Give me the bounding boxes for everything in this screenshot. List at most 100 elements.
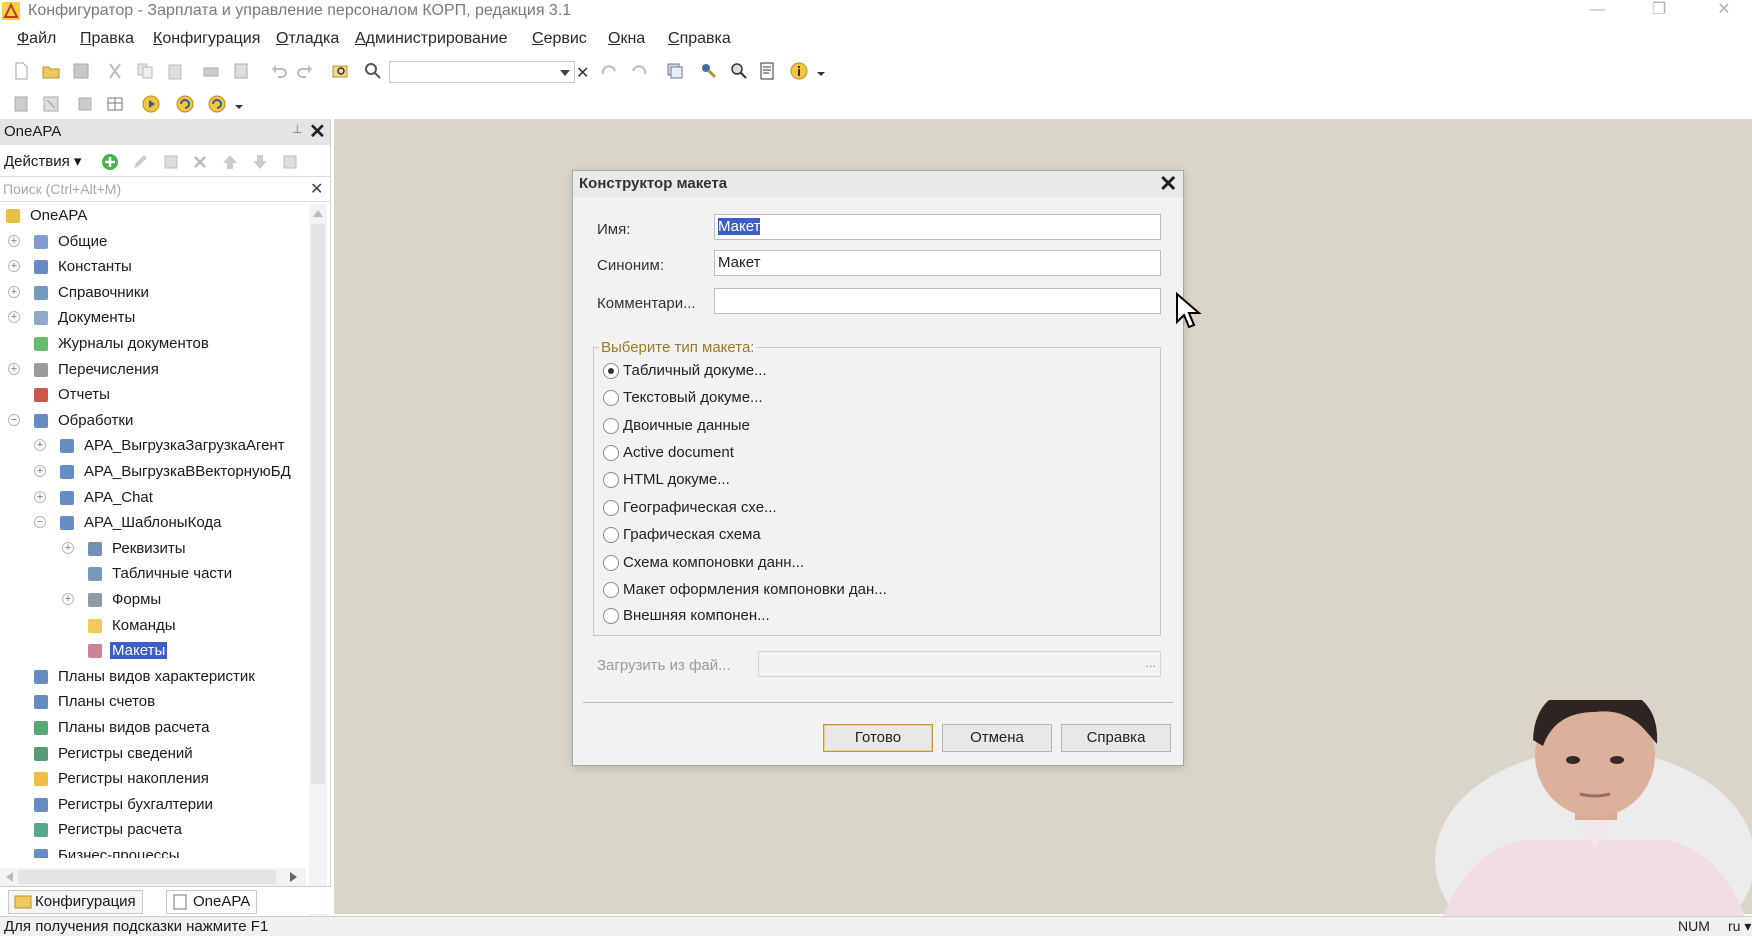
radio-button[interactable] [603,527,619,543]
radio-button[interactable] [603,582,619,598]
radio-button[interactable] [603,418,619,434]
tree-item[interactable]: + Перечисления [0,358,306,382]
print-icon[interactable] [202,62,220,80]
tree-item[interactable]: + APA_Chat [0,486,306,510]
run-thin-client-icon[interactable] [208,95,226,113]
tree-item[interactable]: + Реквизиты [0,537,306,561]
radio-button[interactable] [603,363,619,379]
paste-icon[interactable] [166,62,184,80]
actions-menu-button[interactable]: Действия ▾ [4,152,81,170]
tree-item[interactable]: + Общие [0,230,306,254]
update-db-config-icon[interactable] [76,95,94,113]
expand-icon[interactable]: + [62,541,74,554]
expand-icon[interactable]: + [8,311,20,324]
compare-configs-icon[interactable] [106,95,124,113]
tree-item[interactable]: Регистры бухгалтерии [0,793,306,817]
radio-button[interactable] [603,555,619,571]
restore-button[interactable]: ❐ [1639,0,1679,22]
tree-item[interactable]: Планы видов характеристик [0,665,306,689]
radio-button[interactable] [603,390,619,406]
radio-button[interactable] [603,445,619,461]
tree-item[interactable]: Планы видов расчета [0,716,306,740]
radio-button[interactable] [603,500,619,516]
expand-icon[interactable]: + [8,234,20,247]
print-preview-icon[interactable] [232,62,250,80]
expand-icon[interactable]: + [34,465,46,477]
minimize-button[interactable]: — [1577,0,1617,22]
run-enterprise-icon[interactable] [176,95,194,113]
menu-configuration[interactable]: Конфигурация [153,30,260,48]
tree-item[interactable]: Регистры накопления [0,767,306,791]
cut-icon[interactable] [106,62,124,80]
add-icon[interactable] [101,153,119,171]
toolbar-search-clear-icon[interactable]: ✕ [576,63,589,83]
search-next-icon[interactable] [600,62,618,80]
expand-icon[interactable]: + [34,490,46,503]
tree-item[interactable]: + APA_ВыгрузкаЗагрузкаАгент [0,434,306,458]
radio-button[interactable] [603,608,619,624]
tree-item[interactable]: + Константы [0,255,306,279]
tree-search-clear-icon[interactable]: ✕ [310,179,323,199]
scroll-thumb[interactable] [311,224,325,784]
menu-edit[interactable]: Правка [80,30,134,48]
tree-item[interactable]: Макеты [0,639,306,663]
tree-horizontal-scrollbar[interactable] [0,868,306,886]
language-indicator[interactable]: ru ▾ [1728,918,1751,935]
open-db-config-icon[interactable] [42,95,60,113]
template-editor-icon[interactable] [758,62,776,80]
done-button[interactable]: Готово [823,724,933,752]
load-from-file-field[interactable]: ... [758,651,1161,677]
new-document-icon[interactable] [12,62,30,80]
menu-windows[interactable]: Окна [608,30,645,48]
tree-vertical-scrollbar[interactable] [309,204,327,936]
chevron-down-icon[interactable] [234,103,244,111]
tree-item[interactable]: Регистры сведений [0,742,306,766]
undo-icon[interactable] [270,62,288,80]
tree-item[interactable]: + Формы [0,588,306,612]
move-up-icon[interactable] [221,153,239,171]
tree-item[interactable]: − Обработки [0,409,306,433]
redo-icon[interactable] [296,62,314,80]
sort-icon[interactable] [281,153,299,171]
config-tree-icon[interactable] [12,95,30,113]
tree-item[interactable]: OneAPA [0,204,306,228]
save-icon[interactable] [72,62,90,80]
delete-icon[interactable] [191,153,209,171]
tree-item[interactable]: Табличные части [0,562,306,586]
tree-item[interactable]: + Справочники [0,281,306,305]
syntax-assistant-icon[interactable] [700,62,718,80]
synonym-field[interactable]: Макет [714,250,1161,276]
tree-item[interactable]: Регистры расчета [0,818,306,842]
tree-item[interactable]: Журналы документов [0,332,306,356]
help-button[interactable]: Справка [1061,724,1171,752]
tree-item[interactable]: + Документы [0,306,306,330]
expand-icon[interactable]: + [34,439,46,452]
toolbar-search-input[interactable] [389,61,575,83]
browse-file-button[interactable]: ... [1145,655,1156,670]
scroll-up-icon[interactable] [313,210,323,217]
chevron-down-icon[interactable] [816,70,826,78]
expand-icon[interactable]: + [62,593,74,605]
menu-file[interactable]: Файл [17,30,56,48]
tree-item[interactable]: − APA_ШаблоныКода [0,511,306,535]
tree-item[interactable]: Планы счетов [0,690,306,714]
menu-service[interactable]: Сервис [532,30,587,48]
menu-administration[interactable]: Администрирование [355,30,508,48]
tree-item[interactable]: Бизнес-процессы [0,844,306,858]
collapse-icon[interactable]: − [8,413,20,426]
tab-configuration[interactable]: Конфигурация [8,890,143,914]
dialog-close-icon[interactable]: ✕ [1159,171,1177,197]
panel-close-icon[interactable]: ✕ [309,119,326,144]
search-icon[interactable] [364,62,382,80]
start-debugging-icon[interactable] [142,95,160,113]
tree-search-field[interactable]: Поиск (Ctrl+Alt+M) ✕ [0,176,331,202]
tree-item[interactable]: Команды [0,614,306,638]
tab-oneapa[interactable]: OneAPA [166,890,258,914]
cancel-button[interactable]: Отмена [942,724,1052,752]
expand-icon[interactable]: + [8,260,20,273]
search-previous-icon[interactable] [630,62,648,80]
scroll-left-icon[interactable] [6,872,13,882]
windows-list-icon[interactable] [666,62,684,80]
menu-help[interactable]: Справка [668,30,731,48]
move-down-icon[interactable] [251,153,269,171]
